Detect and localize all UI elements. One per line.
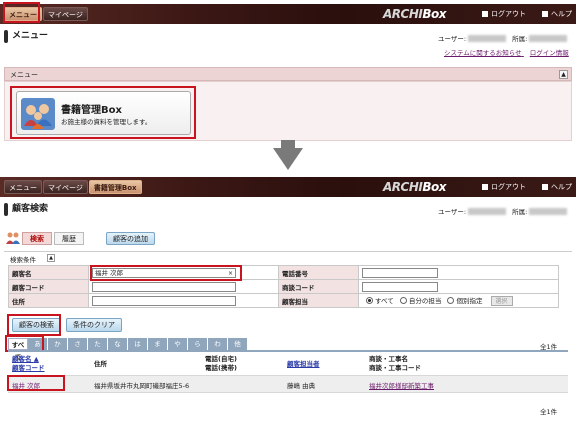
tab-menu[interactable]: メニュー <box>4 180 42 194</box>
user-info: ユーザー: 所属: <box>438 206 568 216</box>
collapse-button[interactable]: ▲ <box>559 70 568 79</box>
deal-code-input[interactable] <box>362 281 438 292</box>
top-bar-2: メニュー マイページ 書籍管理Box ARCHIBox ログアウト ヘルプ <box>0 177 576 197</box>
user-name-redacted <box>468 35 507 42</box>
highlight-menu-tab <box>3 2 40 23</box>
customer-staff: 藤嶋 由典 <box>287 382 316 390</box>
org-name-redacted <box>529 208 568 215</box>
address-label: 住所 <box>8 293 89 308</box>
tab-shoseki-box[interactable]: 書籍管理Box <box>88 180 142 194</box>
search-conditions-header: 検索条件 ▲ <box>4 251 572 264</box>
staff-label: 顧客担当 <box>278 293 359 308</box>
tab-mypage[interactable]: マイページ <box>43 7 88 21</box>
conditions-label: 検索条件 <box>10 256 36 264</box>
logout-link[interactable]: ログアウト <box>482 182 526 192</box>
highlight-name-input <box>90 265 242 281</box>
kana-tab-ya[interactable]: や <box>168 338 188 350</box>
archibox-logo: ARCHIBox <box>383 180 446 194</box>
login-info-link[interactable]: ログイン情報 <box>530 49 569 57</box>
staff-radio-individual[interactable] <box>447 297 455 304</box>
logout-link[interactable]: ログアウト <box>482 9 526 19</box>
kana-tab-ha[interactable]: は <box>128 338 148 350</box>
phone-label: 電話番号 <box>278 265 359 280</box>
org-name-redacted <box>529 35 568 42</box>
customer-group-icon <box>6 232 20 244</box>
help-icon <box>542 184 548 190</box>
top-tabs-2: メニュー マイページ 書籍管理Box <box>4 180 142 194</box>
highlight-search-button <box>7 314 61 336</box>
column-phone: 電話(自宅) 電話(携帯) <box>205 355 237 372</box>
staff-radio-mine[interactable] <box>399 297 407 304</box>
deal-name-link[interactable]: 福井次郎様邸新築工事 <box>369 380 434 390</box>
kana-tab-sa[interactable]: さ <box>68 338 88 350</box>
help-link[interactable]: ヘルプ <box>542 9 572 19</box>
title-marker <box>4 30 8 43</box>
conditions-toggle-button[interactable]: ▲ <box>47 254 55 262</box>
search-subtabs: 検索 履歴 <box>22 232 84 245</box>
help-icon <box>542 11 548 17</box>
select-staff-button[interactable]: 選択 <box>490 296 513 306</box>
info-links: システムに関するお知らせ ログイン情報 <box>438 47 569 57</box>
staff-radio-group: すべて 自分の担当 個別指定 選択 <box>358 293 559 308</box>
title-marker <box>4 203 8 216</box>
subtab-history[interactable]: 履歴 <box>54 232 84 245</box>
page-title: 顧客検索 <box>12 204 49 214</box>
top-bar: メニュー マイページ ARCHIBox ログアウト ヘルプ <box>0 4 576 24</box>
tab-mypage[interactable]: マイページ <box>43 180 88 194</box>
kana-tab-ta[interactable]: た <box>88 338 108 350</box>
customer-address: 福井県坂井市丸岡町磯部福庄5-6 <box>94 382 190 390</box>
address-input[interactable] <box>92 295 236 306</box>
top-nav-2: ログアウト ヘルプ <box>482 182 572 192</box>
logout-icon <box>482 184 488 190</box>
add-customer-button[interactable]: 顧客の追加 <box>106 232 155 245</box>
system-notice-link[interactable]: システムに関するお知らせ <box>444 49 522 57</box>
help-link[interactable]: ヘルプ <box>542 182 572 192</box>
kana-tab-ra[interactable]: ら <box>188 338 208 350</box>
archibox-logo: ARCHIBox <box>383 7 446 21</box>
clear-conditions-button[interactable]: 条件のクリア <box>66 318 122 332</box>
footer-count: 全1件 <box>540 408 558 416</box>
top-nav: ログアウト ヘルプ <box>482 9 572 19</box>
customer-code-input[interactable] <box>92 281 236 292</box>
highlight-customer-link <box>7 375 65 391</box>
highlight-card <box>10 86 196 139</box>
staff-radio-all[interactable] <box>366 297 373 304</box>
sort-by-staff-link[interactable]: 顧客担当者 <box>287 360 320 369</box>
logout-icon <box>482 11 488 17</box>
down-arrow-icon <box>273 148 303 170</box>
customer-name-label: 顧客名 <box>8 265 89 280</box>
menu-section-label: メニュー <box>10 71 38 79</box>
kana-tab-ma[interactable]: ま <box>148 338 168 350</box>
column-address: 住所 <box>94 360 107 368</box>
kana-tab-ka[interactable]: か <box>48 338 68 350</box>
user-info: ユーザー: 所属: <box>438 33 568 43</box>
menu-section-header: メニュー ▲ <box>4 67 572 81</box>
phone-input[interactable] <box>362 267 438 278</box>
sort-by-name-link[interactable]: 顧客名 ▲ 顧客コード <box>12 355 45 373</box>
subtab-search[interactable]: 検索 <box>22 232 52 245</box>
column-deal: 商談・工事名 商談・工事コード <box>369 355 421 372</box>
list-divider <box>8 350 568 352</box>
kana-tab-wa[interactable]: わ <box>208 338 228 350</box>
kana-tab-other[interactable]: 他 <box>228 338 248 350</box>
user-name-redacted <box>468 208 507 215</box>
page-title: メニュー <box>12 31 49 41</box>
customer-code-label: 顧客コード <box>8 279 89 294</box>
kana-tab-na[interactable]: な <box>108 338 128 350</box>
deal-code-label: 商談コード <box>278 279 359 294</box>
kana-filter-tabs: すべて あ か さ た な は ま や ら わ 他 <box>8 338 248 361</box>
